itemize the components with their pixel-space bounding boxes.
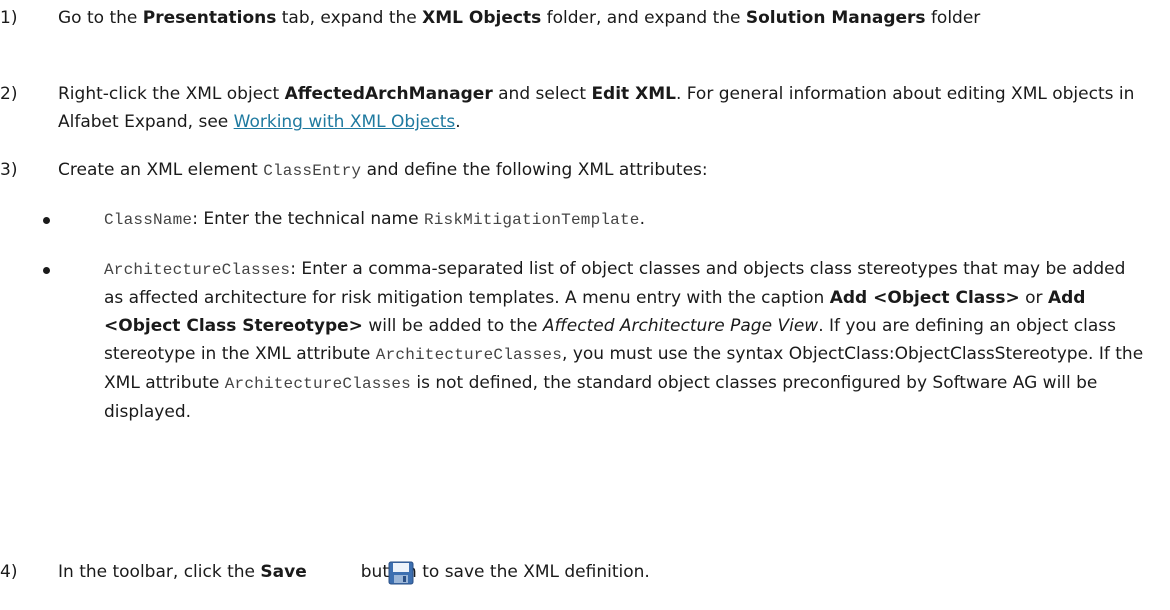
step-text: In the toolbar, click the Save button to… — [58, 558, 1158, 586]
step-number: 4) — [0, 562, 18, 582]
text-run: Create an XML element — [58, 160, 264, 180]
save-icon — [388, 561, 414, 585]
code-term: ArchitectureClasses — [104, 261, 291, 279]
text-run: and select — [492, 84, 592, 104]
text-run: button to save the XML definition. — [306, 562, 650, 582]
text-run: Right-click the XML object — [58, 84, 285, 104]
bold-term: Solution Managers — [745, 8, 926, 28]
bullet-text: ClassName: Enter the technical name Risk… — [104, 205, 1144, 234]
text-run: or — [1019, 288, 1048, 308]
text-run: tab, expand the — [276, 8, 423, 28]
code-term: ArchitectureClasses — [375, 346, 563, 364]
bullet-text: ArchitectureClasses: Enter a comma-separ… — [104, 255, 1144, 426]
working-with-xml-objects-link[interactable]: Working with XML Objects — [234, 112, 456, 132]
step-text: Go to the Presentations tab, expand the … — [58, 4, 1158, 32]
bold-term: XML Objects — [422, 8, 542, 28]
code-term: ClassName — [104, 211, 193, 229]
bold-term: AffectedArchManager — [284, 84, 493, 104]
bold-term: Edit XML — [591, 84, 676, 104]
code-term: ClassEntry — [263, 162, 362, 180]
text-run: . — [639, 209, 645, 229]
step-text: Right-click the XML object AffectedArchM… — [58, 80, 1158, 136]
text-run: and define the following XML attributes: — [361, 160, 708, 180]
text-run: will be added to the — [362, 316, 543, 336]
text-run: . — [455, 112, 461, 132]
step-number: 2) — [0, 84, 18, 104]
italic-term: Affected Architecture Page View — [542, 316, 819, 336]
bullet-icon — [43, 267, 50, 274]
step-text: Create an XML element ClassEntry and def… — [58, 156, 1158, 185]
bold-term: Save — [260, 562, 307, 582]
code-term: ArchitectureClasses — [224, 375, 411, 393]
bold-term: Presentations — [142, 8, 277, 28]
text-run: : Enter the technical name — [192, 209, 424, 229]
text-run: folder, and expand the — [541, 8, 746, 28]
text-run: Go to the — [58, 8, 143, 28]
text-run: In the toolbar, click the — [58, 562, 261, 582]
step-number: 3) — [0, 160, 18, 180]
code-term: RiskMitigationTemplate — [423, 211, 640, 229]
bullet-icon — [43, 217, 50, 224]
text-run: folder — [925, 8, 981, 28]
bold-term: Add <Object Class> — [829, 288, 1020, 308]
step-number: 1) — [0, 8, 18, 28]
